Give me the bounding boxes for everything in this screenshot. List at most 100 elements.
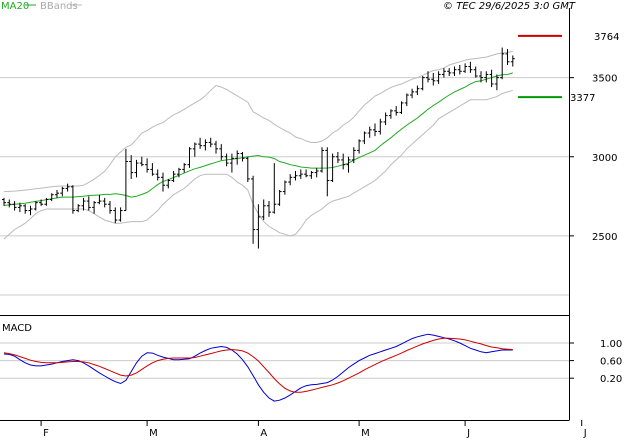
- ohlc-bar: [394, 106, 399, 116]
- ohlc-bar: [187, 147, 192, 168]
- ohlc-bar: [404, 93, 409, 107]
- ohlc-bar: [251, 175, 256, 244]
- copyright-text: © TEC 29/6/2025 3:0 GMT: [443, 1, 576, 12]
- ohlc-bar: [113, 207, 118, 224]
- ohlc-bar: [97, 194, 102, 205]
- ohlc-bar: [92, 201, 97, 214]
- ohlc-bar: [235, 150, 240, 165]
- ohlc-bar: [367, 126, 372, 138]
- ohlc-bar: [399, 101, 404, 115]
- time-tick-label: M: [361, 428, 370, 439]
- ohlc-bar: [55, 189, 59, 198]
- ohlc-bar: [314, 167, 319, 178]
- ohlc-bar: [410, 88, 415, 99]
- ohlc-bar: [2, 197, 6, 206]
- ohlc-bar: [457, 64, 462, 75]
- ohlc-bar: [12, 201, 17, 211]
- time-tick-label: F: [43, 428, 49, 439]
- ohlc-bar: [108, 201, 112, 214]
- price-tick-label: 2500: [592, 232, 617, 243]
- ohlc-bar: [505, 49, 510, 65]
- ohlc-bar: [309, 170, 314, 179]
- ohlc-bar: [320, 147, 324, 173]
- ohlc-bar: [373, 123, 377, 137]
- ohlc-bar: [214, 140, 218, 154]
- ohlc-bar: [473, 66, 478, 78]
- macd-panel-title: MACD: [2, 323, 32, 334]
- ohlc-bar: [463, 63, 468, 73]
- ohlc-bar: [208, 137, 213, 148]
- ohlc-bar: [123, 148, 128, 212]
- time-tick-label: A: [260, 428, 267, 439]
- ohlc-bar: [510, 55, 515, 67]
- ohlc-bar: [378, 118, 383, 135]
- ohlc-bar: [86, 196, 91, 211]
- ohlc-bar: [298, 169, 303, 179]
- ohlc-bar: [203, 139, 208, 151]
- ohlc-bar: [468, 61, 473, 73]
- ohlc-bar: [282, 180, 287, 195]
- ohlc-bar: [346, 156, 351, 173]
- resistance-level-label: 3764: [594, 32, 619, 43]
- ohlc-bar: [426, 71, 430, 83]
- macd-line: [3, 333, 513, 402]
- macd-axis: 1.00 0.60 0.20: [569, 339, 622, 385]
- ohlc-bar: [102, 197, 107, 208]
- ohlc-bar: [341, 153, 346, 170]
- ohlc-bar: [76, 204, 81, 213]
- ohlc-bar: [150, 163, 155, 176]
- bbands-legend-label: BBands: [40, 1, 78, 12]
- ohlc-bar: [267, 201, 271, 217]
- ohlc-bar: [452, 66, 457, 77]
- ohlc-bar: [33, 201, 38, 211]
- ohlc-bar: [118, 207, 123, 222]
- ohlc-bar: [325, 147, 330, 197]
- ohlc-bar: [155, 169, 160, 181]
- macd-grid: [0, 342, 569, 379]
- macd-lines: [3, 333, 513, 402]
- price-tick-label: 3500: [592, 74, 617, 85]
- ohlc-bar: [272, 163, 277, 214]
- time-axis: FMAMJJ: [40, 420, 587, 439]
- ohlc-bar: [44, 197, 49, 206]
- ohlc-bar: [441, 68, 446, 78]
- ohlc-bar: [198, 137, 203, 149]
- ohlc-bar: [7, 199, 12, 208]
- ohlc-bar: [288, 174, 293, 186]
- macd-tick-label: 0.60: [600, 357, 622, 368]
- ohlc-bar: [49, 193, 54, 202]
- ohlc-bar: [293, 170, 298, 181]
- ohlc-bar: [383, 112, 388, 126]
- ohlc-bar: [60, 186, 65, 197]
- ohlc-bar: [431, 72, 436, 86]
- ohlc-bar: [357, 139, 362, 154]
- stock-chart: MA20 BBands © TEC 29/6/2025 3:0 GMT 3764…: [0, 1, 622, 439]
- ohlc-bar: [335, 152, 340, 164]
- time-tick-label: J: [583, 428, 587, 439]
- time-tick-label: M: [149, 428, 158, 439]
- ohlc-bar: [447, 68, 452, 77]
- ohlc-bar: [277, 189, 282, 206]
- ohlc-bar: [484, 71, 489, 83]
- ohlc-bar: [415, 85, 420, 96]
- ohlc-bar: [420, 76, 425, 91]
- ohlc-bar: [139, 156, 144, 167]
- price-tick-label: 3000: [592, 153, 617, 164]
- ohlc-bar: [388, 109, 393, 119]
- time-tick-label: J: [466, 428, 470, 439]
- ohlc-bar: [28, 205, 33, 216]
- macd-tick-label: 1.00: [600, 339, 622, 350]
- ohlc-bar: [23, 204, 28, 214]
- ohlc-bar: [145, 158, 150, 173]
- ohlc-bar: [134, 159, 139, 178]
- ohlc-bar: [182, 163, 187, 173]
- price-levels: 3764 3377: [518, 32, 619, 104]
- ohlc-bar: [219, 144, 224, 160]
- ohlc-bar: [65, 183, 70, 192]
- ohlc-bar: [261, 199, 266, 221]
- support-level-label: 3377: [570, 93, 595, 104]
- ohlc-bar: [192, 142, 197, 157]
- ohlc-bar: [245, 156, 250, 183]
- ma20-legend-label: MA20: [1, 1, 29, 12]
- macd-tick-label: 0.20: [600, 374, 622, 385]
